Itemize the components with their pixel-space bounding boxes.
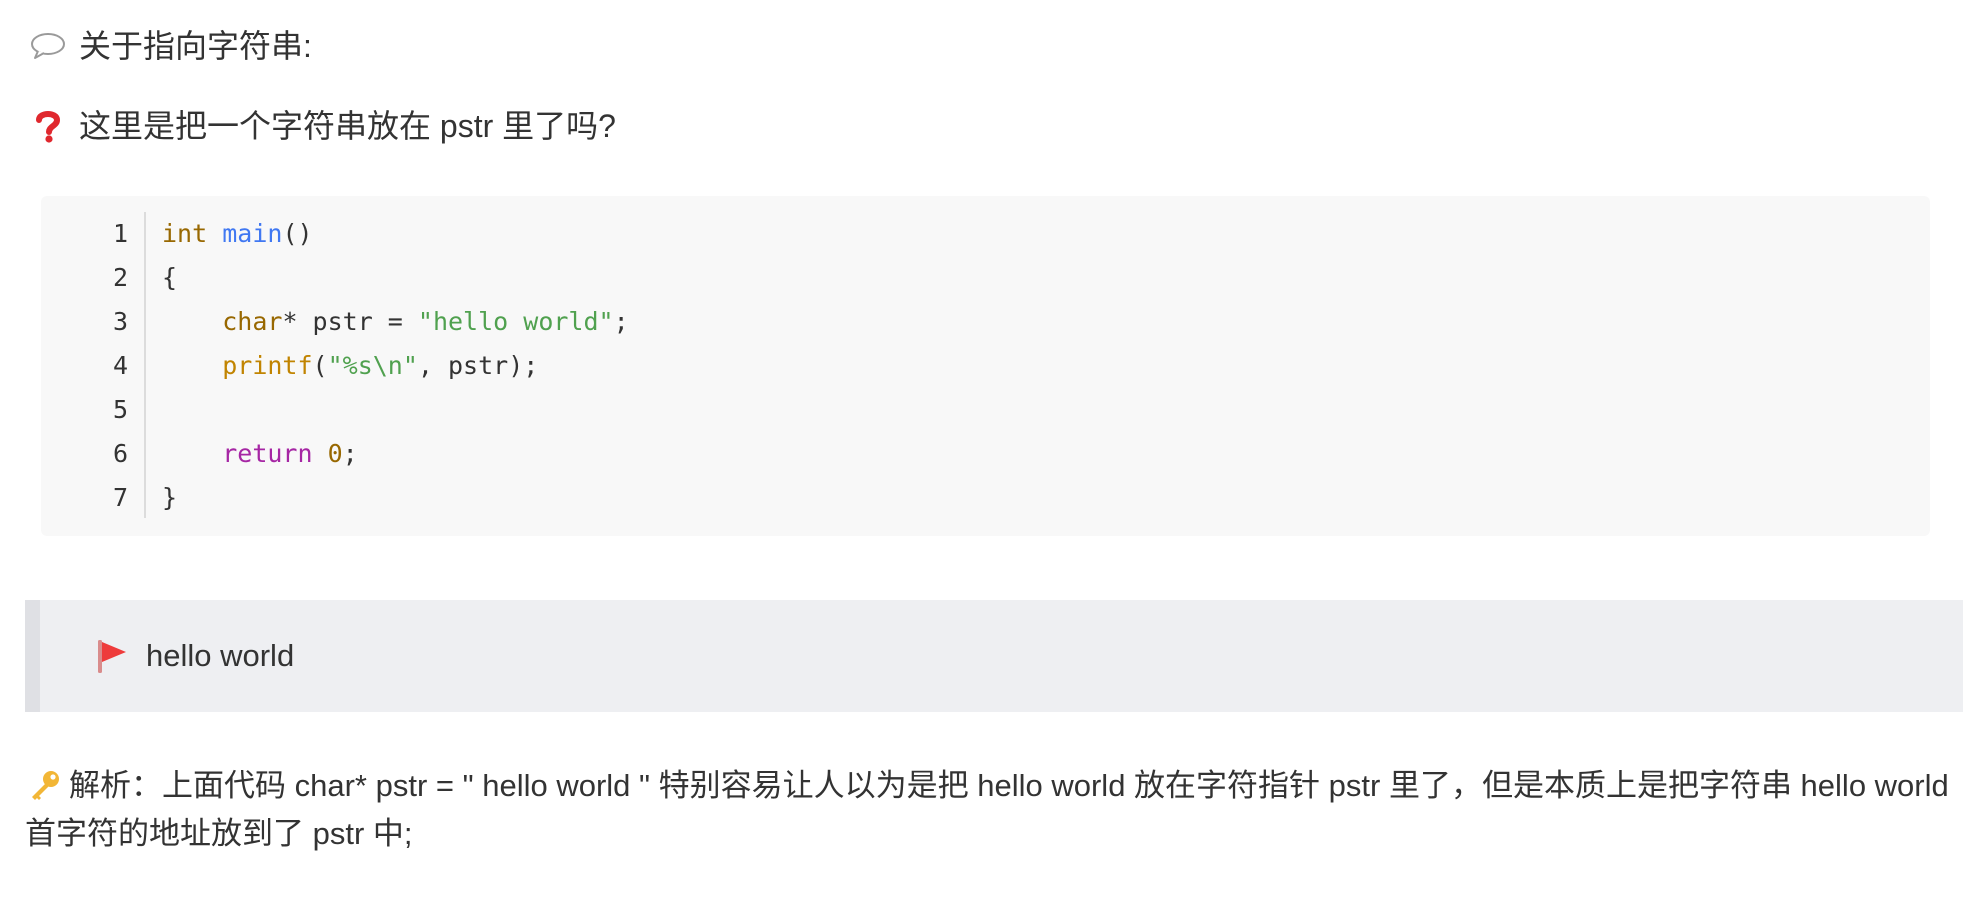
code-line: {	[162, 256, 629, 300]
code-line: }	[162, 476, 629, 520]
question-line: 这里是把一个字符串放在 pstr 里了吗?	[25, 106, 616, 146]
code-token: main	[222, 219, 283, 248]
line-number: 3	[112, 307, 128, 336]
question-text: 这里是把一个字符串放在 pstr 里了吗?	[79, 108, 616, 144]
section-heading: 关于指向字符串:	[25, 26, 312, 66]
code-line: return 0;	[162, 432, 629, 476]
code-token: , pstr);	[417, 351, 539, 380]
code-token: printf	[222, 351, 313, 380]
line-number: 5	[112, 395, 128, 424]
code-lines: int main(){ char* pstr = "hello world"; …	[162, 212, 629, 520]
line-number: 4	[112, 351, 128, 380]
code-token: ;	[613, 307, 629, 336]
line-number: 7	[112, 483, 128, 512]
speech-bubble-icon	[25, 32, 71, 60]
analysis-paragraph: 解析：上面代码 char* pstr = " hello world " 特别容…	[25, 762, 1960, 858]
code-line: char* pstr = "hello world";	[162, 300, 629, 344]
heading-text: 关于指向字符串:	[79, 28, 312, 64]
code-token: ;	[342, 439, 358, 468]
line-number: 1	[112, 219, 128, 248]
code-token: }	[162, 483, 178, 512]
code-token: "hello world"	[417, 307, 614, 336]
code-token: "%s\n"	[327, 351, 418, 380]
line-number: 6	[112, 439, 128, 468]
output-text: hello world	[146, 638, 295, 673]
output-callout: hello world	[25, 600, 1963, 712]
code-line: printf("%s\n", pstr);	[162, 344, 629, 388]
code-token: int	[162, 219, 208, 248]
article-page: 关于指向字符串: 这里是把一个字符串放在 pstr 里了吗? 1 2 3 4 5 6 7 i…	[0, 0, 1963, 900]
code-token: * pstr =	[282, 307, 418, 336]
code-token: char	[222, 307, 283, 336]
code-token: (	[312, 351, 328, 380]
code-token: {	[162, 263, 178, 292]
key-icon	[25, 768, 65, 802]
red-question-mark-icon	[25, 109, 71, 143]
analysis-text: 解析：上面代码 char* pstr = " hello world " 特别容…	[25, 768, 1949, 851]
code-token: return	[222, 439, 313, 468]
red-flag-icon	[92, 638, 132, 674]
code-line: int main()	[162, 212, 629, 256]
code-token: ()	[282, 219, 313, 248]
code-token: 0	[327, 439, 343, 468]
line-number: 2	[112, 263, 128, 292]
code-block: 1 2 3 4 5 6 7 int main() { char* pstr = "hello …	[41, 196, 1930, 536]
line-number-gutter: 1 2 3 4 5 6 7	[41, 212, 146, 518]
